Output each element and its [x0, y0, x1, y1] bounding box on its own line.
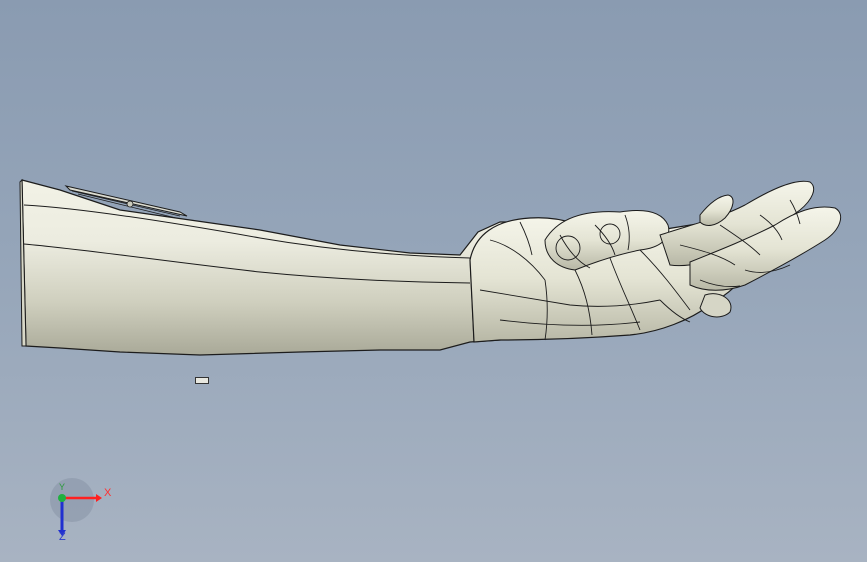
z-axis-label: Z — [59, 531, 66, 543]
x-axis-arrowhead — [96, 494, 102, 502]
coordinate-triad: X Y Z — [44, 478, 124, 548]
small-sketch-marker[interactable] — [195, 377, 209, 384]
y-axis-dot — [58, 494, 66, 502]
x-axis-label: X — [104, 487, 112, 499]
y-axis-label: Y — [59, 482, 66, 492]
triad-origin-shading — [50, 478, 94, 522]
arm-model[interactable] — [0, 0, 867, 562]
finger-curl — [699, 293, 732, 318]
graphics-viewport[interactable]: X Y Z — [0, 0, 867, 562]
